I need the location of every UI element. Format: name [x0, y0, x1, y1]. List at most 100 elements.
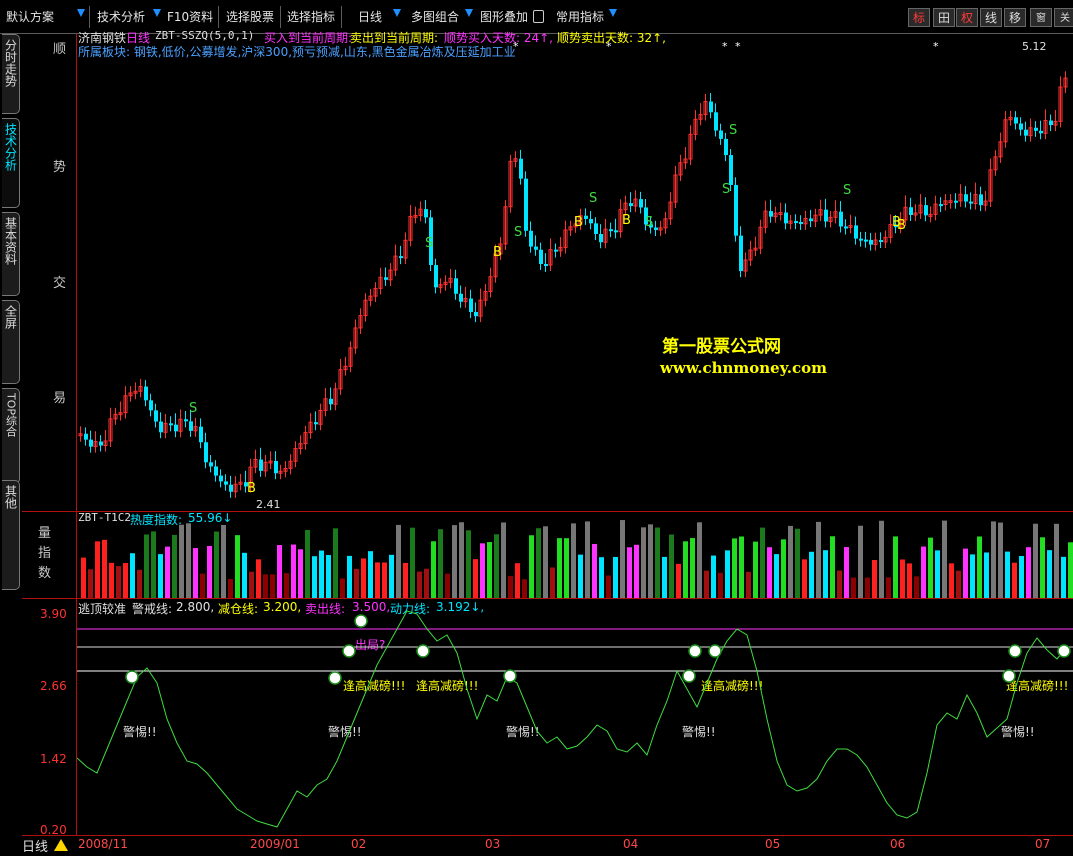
period-selector[interactable]: 日线: [22, 836, 48, 855]
candle-body: [84, 433, 88, 440]
candle-body: [89, 439, 93, 447]
toolbar-divider: [280, 6, 281, 28]
tab-label: 分时走势: [3, 39, 18, 87]
draw-line-button[interactable]: 线: [980, 8, 1002, 27]
heat-bar: [557, 538, 562, 598]
chevron-down-icon[interactable]: [393, 9, 401, 17]
heat-index-chart[interactable]: [77, 512, 1073, 598]
heat-bar: [207, 545, 212, 598]
tab-intraday[interactable]: 分时走势: [2, 34, 20, 114]
chevron-down-icon[interactable]: [77, 9, 85, 17]
oscillator-chart[interactable]: [77, 599, 1073, 835]
heat-bar: [648, 524, 653, 598]
heat-bar: [676, 563, 681, 598]
smiley-icon: [708, 644, 722, 658]
technical-analysis-menu[interactable]: 技术分析: [97, 7, 145, 27]
buy-signal-marker: B: [574, 215, 583, 230]
tab-fullscreen[interactable]: 全屏: [2, 300, 20, 384]
buy-signal-marker: B: [622, 213, 631, 228]
heat-bar: [599, 557, 604, 598]
chevron-down-icon[interactable]: [465, 9, 473, 17]
heat-bar: [921, 546, 926, 598]
heat-bar: [774, 554, 779, 598]
grid-icon[interactable]: 田: [933, 8, 955, 27]
smiley-icon: [1057, 644, 1071, 658]
chart-overlay-button[interactable]: 图形叠加: [480, 7, 528, 27]
heat-bar: [354, 568, 359, 598]
main-axis-label: 易: [53, 391, 67, 406]
default-scheme-menu[interactable]: 默认方案: [6, 7, 54, 27]
candle-body: [229, 484, 233, 492]
heat-bar: [669, 534, 674, 598]
candle-body: [259, 459, 263, 471]
select-stock-button[interactable]: 选择股票: [226, 7, 274, 27]
tab-technical-analysis[interactable]: 技术分析: [2, 118, 20, 208]
smiley-icon: [416, 644, 430, 658]
star-marker: *: [606, 40, 612, 53]
heat-bar: [998, 522, 1003, 598]
chevron-down-icon[interactable]: [153, 9, 161, 17]
sell-signal-marker: S: [645, 215, 653, 230]
heat-bar: [186, 523, 191, 598]
select-indicator-button[interactable]: 选择指标: [287, 7, 335, 27]
tab-other[interactable]: 其他: [2, 480, 20, 590]
candle-body: [864, 239, 868, 242]
volume-axis-label: 数: [38, 566, 52, 581]
candle-body: [964, 194, 968, 202]
common-indicator-menu[interactable]: 常用指标: [556, 7, 604, 27]
heat-bar: [760, 527, 765, 598]
mark-button[interactable]: 标: [908, 8, 930, 27]
candle-body: [809, 218, 813, 222]
move-button[interactable]: 移: [1004, 8, 1026, 27]
window-icon[interactable]: 窗: [1030, 8, 1052, 27]
multi-chart-menu[interactable]: 多图组合: [411, 7, 459, 27]
candle-body: [149, 400, 153, 411]
heat-bar: [501, 522, 506, 598]
heat-bar: [991, 521, 996, 598]
tab-basic-info[interactable]: 基本资料: [2, 212, 20, 296]
candle-body: [709, 101, 713, 113]
heat-bar: [956, 570, 961, 598]
candle-body: [144, 386, 148, 401]
candle-body: [924, 205, 928, 216]
heat-bar: [361, 558, 366, 598]
heat-bar: [270, 574, 275, 598]
sidebar: 分时走势 技术分析 基本资料 全屏 TOP综合 其他: [0, 34, 22, 856]
candle-body: [204, 442, 208, 463]
rights-adjust-button[interactable]: 权: [956, 8, 978, 27]
heat-bar: [886, 577, 891, 598]
candle-body: [459, 293, 463, 302]
heat-bar: [753, 541, 758, 598]
candle-body: [534, 246, 538, 250]
heat-bar: [235, 535, 240, 598]
heat-bar: [837, 570, 842, 598]
heat-bar: [1019, 556, 1024, 598]
candle-body: [159, 421, 163, 433]
candle-body: [274, 460, 278, 474]
heat-bar: [228, 579, 233, 598]
date-tick: 2009/01: [250, 837, 300, 851]
heat-bar: [340, 578, 345, 598]
main-axis-label: 交: [53, 276, 67, 291]
tab-label: 技术分析: [3, 123, 18, 171]
f10-data-button[interactable]: F10资料: [167, 7, 213, 27]
candle-body: [869, 239, 873, 245]
chevron-down-icon[interactable]: [609, 9, 617, 17]
heat-bar: [725, 550, 730, 598]
lock-icon[interactable]: [533, 10, 544, 23]
tab-top-composite[interactable]: TOP综合: [2, 388, 20, 484]
heat-bar: [487, 542, 492, 598]
period-daily-menu[interactable]: 日线: [358, 7, 382, 27]
candle-body: [454, 278, 458, 294]
heat-bar: [655, 527, 660, 598]
sell-signal-marker: S: [425, 236, 433, 251]
heat-bar: [193, 548, 198, 598]
candle-body: [729, 155, 733, 185]
candle-body: [609, 229, 613, 232]
candle-body: [589, 218, 593, 224]
triangle-up-icon[interactable]: [54, 839, 68, 851]
candle-body: [174, 424, 178, 432]
candle-body: [714, 112, 718, 131]
close-icon[interactable]: 关: [1054, 8, 1073, 27]
candlestick-chart[interactable]: SSSSSSSSBBB B BB* * * * *: [77, 34, 1073, 511]
